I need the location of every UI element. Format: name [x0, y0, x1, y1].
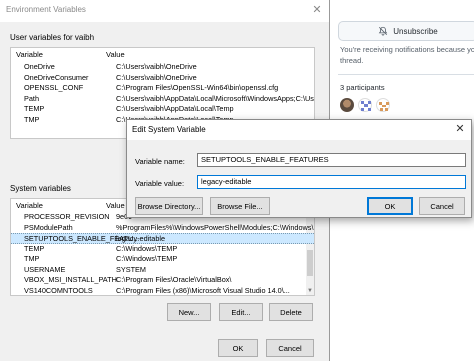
- table-row[interactable]: SETUPTOOLS_ENABLE_FEATU... legacy-editabl…: [11, 233, 314, 244]
- ok-button[interactable]: OK: [367, 197, 413, 215]
- table-row[interactable]: PSModulePath %ProgramFiles%\WindowsPowerS…: [11, 223, 314, 234]
- variable-name-cell: TMP: [24, 254, 40, 263]
- edit-system-variable-dialog: Edit System Variable ✕ Variable name: SE…: [126, 119, 472, 218]
- variable-name-cell: Path: [24, 93, 40, 103]
- variable-name-cell: OneDriveConsumer: [24, 72, 89, 82]
- variable-name-cell: OneDrive: [24, 62, 55, 71]
- variable-value-cell: C:\Users\vaibh\OneDrive: [116, 72, 197, 82]
- variable-name-field[interactable]: SETUPTOOLS_ENABLE_FEATURES: [197, 153, 466, 167]
- unsubscribe-button[interactable]: Unsubscribe: [338, 21, 474, 41]
- variable-value-cell: C:\Windows\TEMP: [116, 243, 178, 253]
- variable-name-cell: OPENSSL_CONF: [24, 83, 84, 92]
- variable-value-cell: SYSTEM: [116, 264, 147, 274]
- system-variables-label: System variables: [10, 184, 71, 193]
- variable-name-cell: TMP: [24, 114, 40, 124]
- avatar[interactable]: [340, 98, 354, 112]
- edit-button[interactable]: Edit...: [219, 303, 263, 321]
- table-row[interactable]: OPENSSL_CONF C:\Program Files\OpenSSL-Win…: [11, 83, 314, 94]
- browse-directory-button[interactable]: Browse Directory...: [135, 197, 203, 215]
- variable-value-cell: C:\Users\vaibh\AppData\Local\Temp: [116, 104, 234, 113]
- variable-name-cell: TEMP: [24, 104, 45, 113]
- variable-name-cell: PSModulePath: [24, 222, 73, 232]
- cancel-button[interactable]: Cancel: [419, 197, 465, 215]
- variable-value-cell: C:\Program Files\Oracle\VirtualBox\: [116, 275, 232, 284]
- bell-slash-icon: [379, 26, 388, 36]
- variable-value-cell: C:\Program Files (x86)\Microsoft Visual …: [116, 285, 290, 295]
- column-header-value[interactable]: Value: [106, 201, 125, 210]
- avatar[interactable]: [358, 98, 372, 112]
- table-row[interactable]: TMP C:\Windows\TEMP: [11, 254, 314, 265]
- variable-name-cell: VS140COMNTOOLS: [24, 285, 93, 295]
- table-row[interactable]: OneDrive C:\Users\vaibh\OneDrive: [11, 62, 314, 73]
- variable-value-cell: legacy-editable: [116, 234, 166, 243]
- dialog-title: Edit System Variable: [132, 125, 206, 134]
- new-button[interactable]: New...: [167, 303, 211, 321]
- title-bar: Edit System Variable ✕: [127, 120, 471, 140]
- delete-button[interactable]: Delete: [269, 303, 313, 321]
- participant-avatars: [340, 98, 390, 112]
- browse-file-button[interactable]: Browse File...: [210, 197, 270, 215]
- variable-value-cell: C:\Windows\TEMP: [116, 254, 178, 263]
- variable-value-cell: C:\Users\vaibh\OneDrive: [116, 62, 197, 71]
- avatar[interactable]: [376, 98, 390, 112]
- cancel-button[interactable]: Cancel: [266, 339, 314, 357]
- variable-value-label: Variable value:: [135, 179, 185, 188]
- close-icon[interactable]: ✕: [311, 4, 323, 16]
- column-header-variable[interactable]: Variable: [16, 201, 43, 210]
- table-row[interactable]: VS140COMNTOOLS C:\Program Files (x86)\Mic…: [11, 285, 314, 296]
- column-header-value[interactable]: Value: [106, 50, 125, 59]
- user-variables-label: User variables for vaibh: [10, 33, 95, 42]
- variable-name-cell: USERNAME: [24, 264, 66, 274]
- column-header-variable[interactable]: Variable: [16, 50, 43, 59]
- table-row[interactable]: VBOX_MSI_INSTALL_PATH C:\Program Files\Or…: [11, 275, 314, 286]
- divider: [338, 74, 474, 75]
- table-row[interactable]: Path C:\Users\vaibh\AppData\Local\Microso…: [11, 94, 314, 105]
- variable-name-cell: TEMP: [24, 243, 45, 253]
- ok-button[interactable]: OK: [218, 339, 258, 357]
- variable-name-label: Variable name:: [135, 157, 185, 166]
- title-bar: Environment Variables ✕: [0, 0, 329, 22]
- variable-name-cell: VBOX_MSI_INSTALL_PATH: [24, 275, 117, 284]
- variable-value-cell: %ProgramFiles%\WindowsPowerShell\Modules…: [116, 222, 315, 232]
- variable-name-cell: PROCESSOR_REVISION: [24, 212, 110, 221]
- notification-text: You're receiving notifications because y…: [340, 45, 474, 65]
- list-header: Variable Value: [11, 48, 314, 61]
- participants-label: 3 participants: [340, 83, 385, 92]
- table-row[interactable]: USERNAME SYSTEM: [11, 265, 314, 276]
- dialog-title: Environment Variables: [6, 5, 86, 14]
- table-row[interactable]: TEMP C:\Users\vaibh\AppData\Local\Temp: [11, 104, 314, 115]
- variable-value-field[interactable]: legacy-editable: [197, 175, 466, 189]
- table-row[interactable]: TEMP C:\Windows\TEMP: [11, 244, 314, 255]
- variable-value-cell: C:\Users\vaibh\AppData\Local\Microsoft\W…: [116, 93, 315, 103]
- variable-value-cell: C:\Program Files\OpenSSL-Win64\bin\opens…: [116, 83, 279, 92]
- table-row[interactable]: OneDriveConsumer C:\Users\vaibh\OneDrive: [11, 73, 314, 84]
- close-icon[interactable]: ✕: [454, 123, 466, 135]
- unsubscribe-label: Unsubscribe: [393, 26, 438, 36]
